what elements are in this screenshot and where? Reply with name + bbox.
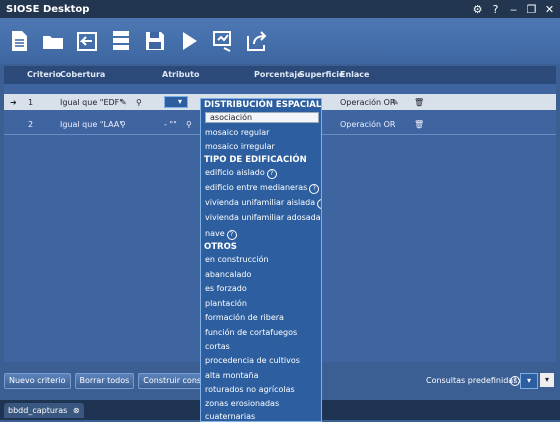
tab-label: bbdd_capturas [8,406,68,415]
dropdown-item[interactable]: alta montaña [205,371,258,380]
tab-bbdd-capturas[interactable]: bbdd_capturas ⊗ [4,403,84,418]
section-otros: OTROS [204,242,237,252]
arrow-right-icon: ➜ [10,98,17,107]
header-cobertura[interactable]: Cobertura [60,70,105,79]
enlace-value: Operación OR [340,120,396,129]
database-icon[interactable] [106,26,136,56]
help-icon[interactable]: ? [488,2,503,17]
header-criterio[interactable]: Criterio [27,70,61,79]
nuevo-criterio-button[interactable]: Nuevo criterio [4,373,71,389]
atributo-dropdown[interactable]: DISTRIBUCIÓN ESPACIAL asociación mosaico… [200,98,322,422]
search-icon[interactable]: ⚲ [136,98,142,107]
consultas-label: Consultas predefinidas: [426,376,521,385]
close-icon[interactable]: ✕ [542,2,557,17]
enlace-value: Operación OR [340,98,396,107]
dropdown-item[interactable]: mosaico regular [205,128,269,137]
dropdown-item[interactable]: plantación [205,299,247,308]
search-icon[interactable]: ⚲ [120,120,126,129]
dropdown-item[interactable]: cortas [205,342,230,351]
dropdown-item-asociacion[interactable]: asociación [205,112,319,123]
dropdown-item[interactable]: abancalado [205,270,251,279]
dropdown-item[interactable]: mosaico irregular [205,142,275,151]
dropdown-item[interactable]: vivienda unifamiliar adosada? [205,213,321,224]
header-atributo[interactable]: Atributo [162,70,199,79]
delete-icon[interactable]: 🗑 [414,120,424,129]
consultas-scroll[interactable]: ▾ [540,373,554,387]
header-porcentaje[interactable]: Porcentaje [254,70,303,79]
dropdown-item[interactable]: roturados no agrícolas [205,385,295,394]
maximize-icon[interactable]: ❐ [524,2,539,17]
dropdown-item[interactable]: vivienda unifamiliar aislada? [205,198,321,209]
dropdown-item[interactable]: procedencia de cultivos [205,356,300,365]
run-icon[interactable] [174,26,204,56]
import-icon[interactable] [72,26,102,56]
edit-icon[interactable]: ✎ [120,98,127,107]
query-icon[interactable] [208,26,238,56]
save-icon[interactable] [140,26,170,56]
cobertura-value: Igual que "LAA" [60,120,123,129]
window-title: SIOSE Desktop [6,3,90,15]
section-distribucion: DISTRIBUCIÓN ESPACIAL [204,100,322,110]
header-enlace[interactable]: Enlace [340,70,369,79]
search-icon[interactable]: ⚲ [186,120,192,129]
dropdown-item[interactable]: es forzado [205,284,247,293]
dropdown-item[interactable]: nave? [205,229,237,240]
toolbar [0,18,560,64]
help-icon: ? [226,230,237,240]
open-folder-icon[interactable] [38,26,68,56]
dropdown-item[interactable]: zonas erosionadas [205,399,279,408]
settings-icon[interactable]: ⚙ [470,2,485,17]
dropdown-item[interactable]: edificio aislado? [205,168,277,179]
table-header: Criterio Cobertura Atributo Porcentaje S… [4,66,556,84]
title-bar: SIOSE Desktop ⚙ ? ‒ ❐ ✕ [0,0,560,18]
borrar-todos-button[interactable]: Borrar todos [74,373,135,389]
dropdown-item[interactable]: en construcción [205,255,269,264]
cobertura-value: Igual que "EDF" [60,98,123,107]
dropdown-item[interactable]: formación de ribera [205,313,284,322]
close-icon[interactable]: ⊗ [73,406,80,415]
atributo-combo[interactable] [164,96,188,108]
new-document-icon[interactable] [4,26,34,56]
consultas-select[interactable]: ▾ [520,373,538,389]
help-icon: ? [309,184,320,194]
section-tipo-edificacion: TIPO DE EDIFICACIÓN [204,155,307,165]
export-icon[interactable] [242,26,272,56]
dropdown-item[interactable]: función de cortafuegos [205,328,297,337]
header-superficie[interactable]: Superficie [299,70,344,79]
help-icon: ? [317,199,321,209]
row-number: 1 [28,98,34,107]
edit-icon[interactable]: ✎ [392,98,399,107]
chevron-down-icon[interactable]: ▾ [178,97,182,106]
dropdown-item[interactable]: edificio entre medianeras? [205,183,320,194]
minimize-icon[interactable]: ‒ [506,2,521,17]
help-icon: ? [266,169,277,179]
row-number: 2 [28,120,34,129]
help-icon[interactable]: ? [510,376,520,386]
delete-icon[interactable]: 🗑 [414,98,424,107]
atributo-value: - "" [164,120,177,129]
